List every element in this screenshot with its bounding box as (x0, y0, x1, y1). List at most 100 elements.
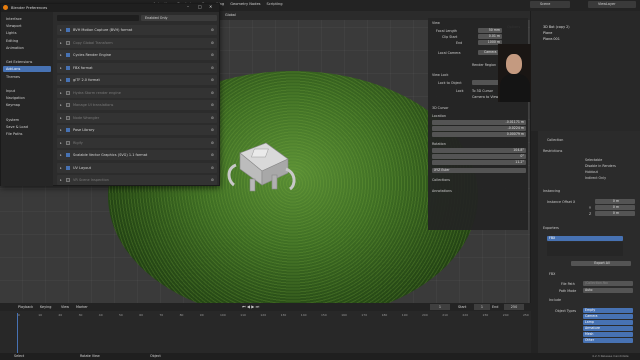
exporters-panel[interactable]: Exporters (543, 226, 559, 230)
addon-row[interactable]: ▸ Cycles Render Engine ⚙ (57, 50, 217, 60)
sidebar-item-themes[interactable]: Themes (3, 74, 51, 80)
sidebar-item-viewport[interactable]: Viewport (3, 23, 51, 29)
addon-row[interactable]: ▸ Hydra Storm render engine ⚙ (57, 87, 217, 98)
playback-menu[interactable]: Playback (18, 305, 33, 309)
expand-triangle-icon[interactable]: ▸ (60, 125, 62, 135)
scene-field[interactable]: Scene (530, 1, 570, 8)
cursor-z-field[interactable]: 0.00079 m (432, 132, 526, 137)
path-mode-dropdown[interactable]: Auto (583, 288, 633, 293)
gear-icon[interactable]: ⚙ (211, 75, 214, 85)
expand-triangle-icon[interactable]: ▸ (60, 63, 62, 73)
expand-triangle-icon[interactable]: ▸ (60, 38, 62, 48)
expand-triangle-icon[interactable]: ▸ (60, 75, 62, 85)
sidebar-item-add-ons[interactable]: Add-ons (3, 66, 51, 73)
object-type-mesh[interactable]: Mesh (583, 332, 633, 337)
focal-length-field[interactable]: 50 mm (478, 28, 502, 33)
fbx-exporter-item[interactable]: FBX (547, 236, 623, 241)
outliner-item[interactable]: Plane (543, 31, 552, 35)
gear-icon[interactable]: ⚙ (211, 150, 214, 160)
addon-enable-checkbox[interactable] (66, 53, 70, 57)
expand-triangle-icon[interactable]: ▸ (60, 88, 62, 98)
addon-enable-checkbox[interactable] (66, 165, 70, 170)
preferences-window[interactable]: Blender Preferences – □ ✕ Interface Viewp… (0, 3, 220, 186)
expand-triangle-icon[interactable]: ▸ (60, 100, 62, 110)
addon-row[interactable]: ▸ FBX format ⚙ (57, 62, 217, 73)
viewlayer-field[interactable]: ViewLayer (588, 1, 636, 8)
sidebar-item-get-extensions[interactable]: Get Extensions (3, 59, 51, 65)
addon-enable-checkbox[interactable] (66, 90, 70, 95)
view-lock-header[interactable]: View Lock (432, 73, 448, 77)
workspace-tab[interactable]: Scripting (264, 0, 286, 9)
expand-triangle-icon[interactable]: ▸ (60, 175, 62, 185)
selectable-checkbox[interactable]: Selectable (585, 158, 602, 162)
properties-editor[interactable]: Collection Restrictions Selectable Disab… (531, 131, 640, 353)
render-region-label[interactable]: Render Region (472, 63, 496, 67)
sidebar-item-navigation[interactable]: Navigation (3, 95, 51, 101)
include-subpanel[interactable]: Include (549, 298, 561, 302)
addon-enable-checkbox[interactable] (66, 128, 70, 132)
addon-enable-checkbox[interactable] (66, 103, 70, 107)
addon-enable-checkbox[interactable] (66, 28, 70, 32)
outliner-item[interactable]: 3D Bot (copy 2) (543, 25, 570, 29)
expand-triangle-icon[interactable]: ▸ (60, 50, 62, 60)
addon-enable-checkbox[interactable] (66, 178, 70, 182)
object-type-other[interactable]: Other (583, 338, 633, 343)
gear-icon[interactable]: ⚙ (211, 88, 214, 98)
gear-icon[interactable]: ⚙ (211, 113, 214, 123)
gear-icon[interactable]: ⚙ (211, 50, 214, 60)
play-controls[interactable]: ⏮ ◀ ▶ ⏭ (242, 304, 259, 309)
addon-row[interactable]: ▸ Node Wrangler ⚙ (57, 112, 217, 123)
rot-z-field[interactable]: 11.2° (432, 160, 526, 165)
playhead[interactable] (17, 313, 22, 353)
sidebar-item-save-load[interactable]: Save & Load (3, 124, 51, 130)
outliner-item[interactable]: Plane.001 (543, 37, 560, 41)
object-type-camera[interactable]: Camera (583, 314, 633, 319)
sidebar-item-system[interactable]: System (3, 117, 51, 123)
expand-triangle-icon[interactable]: ▸ (60, 113, 62, 123)
rot-x-field[interactable]: 104.8° (432, 148, 526, 153)
timeline[interactable]: Playback Keying View Marker ⏮ ◀ ▶ ⏭ 1 St… (0, 303, 531, 353)
robot-model[interactable] (222, 139, 300, 199)
sidebar-item-interface[interactable]: Interface (3, 16, 51, 22)
gear-icon[interactable]: ⚙ (211, 25, 214, 35)
object-type-lamp[interactable]: Lamp (583, 320, 633, 325)
addon-enable-checkbox[interactable] (66, 40, 70, 45)
sidebar-item-input[interactable]: Input (3, 88, 51, 94)
gear-icon[interactable]: ⚙ (211, 100, 214, 110)
end-field[interactable]: 250 (504, 304, 524, 310)
clip-start-field[interactable]: 0.01 m (478, 34, 502, 39)
expand-triangle-icon[interactable]: ▸ (60, 163, 62, 173)
sidebar-item-animation[interactable]: Animation (3, 45, 51, 51)
view-menu[interactable]: View (61, 305, 69, 309)
instance-offset-z[interactable]: 0 m (595, 211, 635, 216)
addon-row[interactable]: ▸ Copy Global Transform ⚙ (57, 37, 217, 48)
maximize-icon[interactable]: □ (198, 4, 202, 9)
addon-row[interactable]: ▸ BVH Motion Capture (BVH) format ⚙ (57, 25, 217, 35)
cursor-x-field[interactable]: -0.01171 m (432, 120, 526, 125)
addon-row[interactable]: ▸ UV Layout ⚙ (57, 162, 217, 173)
collections-header[interactable]: Collections (432, 178, 450, 182)
view-header[interactable]: View (432, 21, 440, 25)
addon-row[interactable]: ▸ glTF 2.0 format ⚙ (57, 75, 217, 85)
enabled-only-checkbox[interactable]: Enabled Only (141, 15, 217, 21)
gear-icon[interactable]: ⚙ (211, 125, 214, 135)
orientation-dropdown[interactable]: Global (225, 13, 236, 17)
addon-row[interactable]: ▸ Pose Library ⚙ (57, 125, 217, 135)
minimize-icon[interactable]: – (187, 4, 189, 9)
gear-icon[interactable]: ⚙ (211, 175, 214, 185)
cursor-y-field[interactable]: -0.0224 m (432, 126, 526, 131)
sidebar-item-file-paths[interactable]: File Paths (3, 131, 51, 137)
object-type-empty[interactable]: Empty (583, 308, 633, 313)
indirect-only-checkbox[interactable]: Indirect Only (585, 176, 606, 180)
addon-enable-checkbox[interactable] (66, 153, 70, 157)
workspace-tab[interactable]: Geometry Nodes (227, 0, 263, 9)
addon-row[interactable]: ▸ Rigify ⚙ (57, 137, 217, 148)
addon-row[interactable]: ▸ Manage UI translations ⚙ (57, 100, 217, 110)
expand-triangle-icon[interactable]: ▸ (60, 138, 62, 148)
keying-menu[interactable]: Keying (40, 305, 51, 309)
rot-y-field[interactable]: 0° (432, 154, 526, 159)
sidebar-item-keymap[interactable]: Keymap (3, 102, 51, 108)
instance-offset-y[interactable]: 0 m (595, 205, 635, 210)
addon-search-input[interactable] (57, 15, 139, 21)
sidebar-item-editing[interactable]: Editing (3, 38, 51, 44)
